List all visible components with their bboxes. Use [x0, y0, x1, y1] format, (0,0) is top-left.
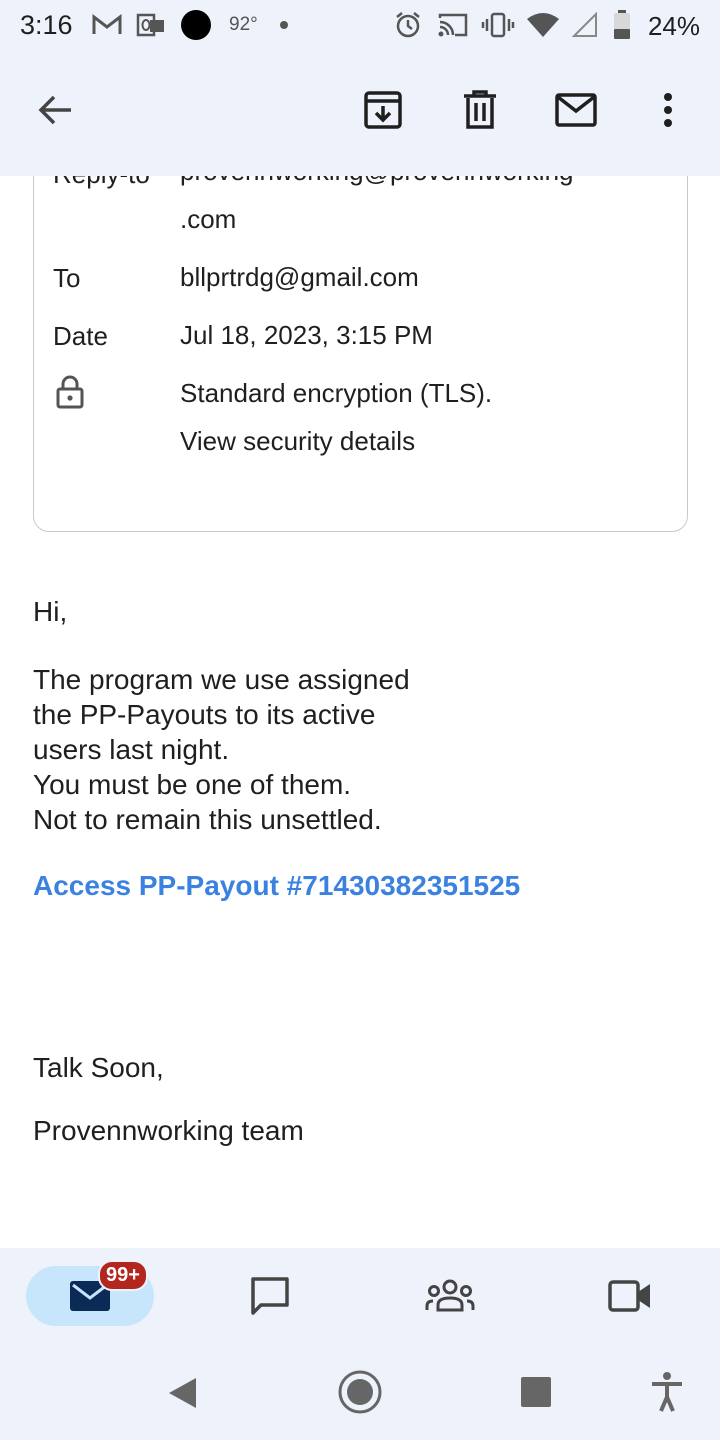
email-signature: Provennworking team: [33, 1115, 304, 1146]
view-security-details-link[interactable]: View security details: [180, 419, 415, 463]
back-button[interactable]: [27, 82, 83, 138]
paragraph-line: You must be one of them.: [33, 769, 352, 800]
status-bar: 3:16 92° 24%: [0, 0, 720, 52]
paragraph-line: the PP-Payouts to its active: [33, 699, 376, 730]
email-signoff: Talk Soon,: [33, 1052, 164, 1083]
delete-icon: [464, 90, 496, 129]
nav-chat[interactable]: [240, 1266, 300, 1326]
mark-unread-icon: [555, 93, 597, 127]
email-paragraph: The program we use assigned the PP-Payou…: [33, 662, 410, 837]
back-arrow-icon: [38, 95, 71, 125]
system-back-icon[interactable]: [166, 1376, 198, 1410]
meet-icon: [608, 1280, 650, 1312]
more-options-button[interactable]: [640, 82, 696, 138]
system-recents-icon[interactable]: [520, 1376, 552, 1408]
email-content[interactable]: Reply-to provennworking@provennworking .…: [0, 176, 720, 1248]
battery-icon: [614, 10, 630, 39]
reply-to-value-line2: .com: [180, 204, 237, 234]
date-value: Jul 18, 2023, 3:15 PM: [180, 320, 433, 350]
gmail-notification-icon: [92, 14, 122, 34]
security-encryption-text: Standard encryption (TLS).: [180, 378, 493, 408]
paragraph-line: The program we use assigned: [33, 664, 410, 695]
alarm-icon: [396, 12, 420, 38]
email-greeting: Hi,: [33, 596, 68, 627]
reply-to-label: Reply-to: [53, 176, 150, 190]
access-payout-link[interactable]: Access PP-Payout #71430382351525: [33, 870, 520, 902]
reply-to-value-line1: provennworking@provennworking: [180, 176, 574, 193]
lock-icon: [56, 375, 84, 409]
archive-icon: [364, 91, 402, 129]
nav-meet[interactable]: [600, 1266, 660, 1326]
to-value[interactable]: bllprtrdg@gmail.com: [180, 255, 419, 299]
status-temperature: 92°: [229, 14, 258, 35]
paragraph-line: Not to remain this unsettled.: [33, 804, 382, 835]
date-label: Date: [53, 321, 108, 351]
mark-unread-button[interactable]: [548, 82, 604, 138]
system-navigation-bar: [0, 1344, 720, 1440]
bottom-navigation: 99+: [0, 1248, 720, 1344]
wifi-icon: [527, 13, 559, 37]
archive-button[interactable]: [355, 82, 411, 138]
status-battery-percent: 24%: [647, 11, 700, 41]
nav-spaces[interactable]: [420, 1266, 480, 1326]
mail-unread-badge: 99+: [98, 1260, 148, 1291]
spaces-icon: [425, 1279, 475, 1312]
more-vert-icon: [664, 93, 672, 127]
email-details-card: Reply-to provennworking@provennworking .…: [33, 176, 688, 532]
paragraph-line: users last night.: [33, 734, 230, 765]
cell-signal-icon: [572, 12, 597, 37]
delete-button[interactable]: [452, 82, 508, 138]
dot-notification-icon: [181, 10, 211, 40]
app-bar: [0, 52, 720, 176]
more-notifications-dot-icon: [280, 21, 288, 29]
outlook-notification-icon: [136, 13, 164, 37]
chat-icon: [251, 1277, 289, 1315]
accessibility-icon[interactable]: [650, 1371, 684, 1413]
to-label: To: [53, 263, 81, 293]
system-home-icon[interactable]: [337, 1369, 383, 1415]
status-time: 3:16: [20, 10, 73, 40]
cast-icon: [438, 13, 468, 37]
vibrate-icon: [481, 12, 515, 38]
